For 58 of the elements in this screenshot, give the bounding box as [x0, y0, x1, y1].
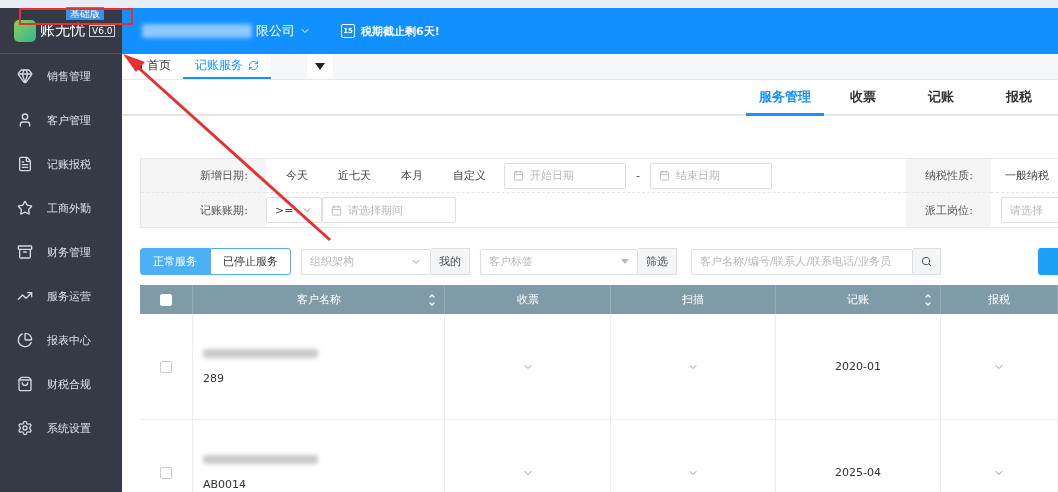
caret-icon: [315, 63, 325, 70]
filter-label: 新增日期:: [141, 159, 266, 193]
filter-label: 记账账期:: [141, 193, 266, 227]
filter-label: 派工岗位:: [906, 193, 991, 227]
filter-label: 纳税性质:: [906, 159, 991, 193]
section-tab[interactable]: 收票: [824, 80, 902, 116]
caret-icon: [621, 259, 629, 264]
tab-menu-button[interactable]: [307, 54, 333, 79]
pie-chart-icon: [17, 332, 33, 348]
diamond-icon: [17, 68, 33, 84]
customer-code: 289: [203, 371, 224, 385]
column-header: 扫描: [682, 292, 704, 307]
sidebar-item[interactable]: 报表中心: [0, 318, 122, 362]
status-toggle[interactable]: 已停止服务: [210, 248, 291, 275]
customer-code: AB0014: [203, 477, 247, 491]
column-header: 收票: [516, 292, 539, 307]
table-cell: 2025-04: [835, 466, 881, 479]
operator-select[interactable]: >=: [266, 197, 322, 223]
section-tab[interactable]: 记账: [902, 80, 980, 116]
table-cell: 2020-01: [835, 360, 881, 373]
row-checkbox[interactable]: [160, 360, 172, 373]
filter-button[interactable]: 筛选: [638, 248, 677, 275]
select-all-checkbox[interactable]: [160, 293, 172, 306]
document-icon: [17, 156, 33, 172]
refresh-icon[interactable]: [248, 60, 259, 71]
column-header: 客户名称: [296, 292, 341, 307]
user-icon: [17, 112, 33, 128]
sidebar-item[interactable]: 工商外勤: [0, 186, 122, 230]
sidebar-item[interactable]: 财税合规: [0, 362, 122, 406]
sidebar-item[interactable]: 财务管理: [0, 230, 122, 274]
sidebar-item[interactable]: 记账报税: [0, 142, 122, 186]
bag-icon: [17, 376, 33, 392]
box-icon: [17, 244, 33, 260]
version-label: V6.0: [89, 24, 116, 37]
range-separator: -: [635, 169, 641, 182]
star-icon: [17, 200, 33, 216]
mine-button[interactable]: 我的: [431, 248, 470, 275]
date-option[interactable]: 今天: [274, 168, 320, 183]
calendar-icon: [659, 170, 670, 181]
deadline-notice: 税期截止剩6天!: [361, 23, 440, 39]
row-checkbox[interactable]: [160, 466, 172, 479]
section-tab[interactable]: 报税: [980, 80, 1058, 116]
tax-type-value[interactable]: 一般纳税: [991, 168, 1049, 183]
column-header: 报税: [988, 292, 1010, 307]
search-icon: [921, 256, 932, 267]
column-header: 记账: [847, 292, 869, 307]
calendar-icon: [331, 204, 342, 216]
sidebar-item[interactable]: 服务运营: [0, 274, 122, 318]
date-option[interactable]: 自定义: [441, 168, 498, 183]
sidebar-item[interactable]: 销售管理: [0, 54, 122, 98]
sidebar-item[interactable]: 系统设置: [0, 406, 122, 450]
date-option[interactable]: 本月: [389, 168, 435, 183]
sidebar-item[interactable]: 客户管理: [0, 98, 122, 142]
search-button[interactable]: [913, 248, 941, 275]
calendar-icon: [513, 170, 524, 181]
settings-icon: [17, 420, 33, 436]
date-option[interactable]: 近七天: [326, 168, 383, 183]
logo-icon: [14, 19, 36, 42]
